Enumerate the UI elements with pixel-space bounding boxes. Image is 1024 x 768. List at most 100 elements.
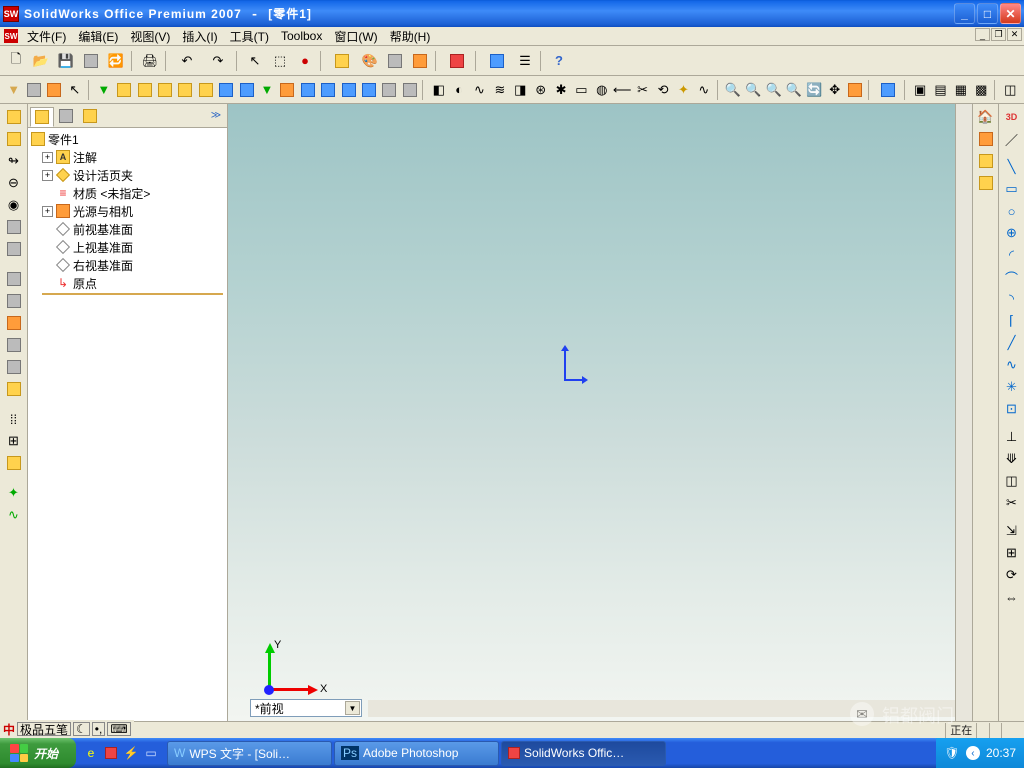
fm-tab-property[interactable] xyxy=(54,106,78,126)
menu-view[interactable]: 视图(V) xyxy=(124,26,176,47)
sketch-offset-icon[interactable]: ◫ xyxy=(1002,471,1022,491)
start-button[interactable]: 开始 xyxy=(0,738,76,768)
expand-icon[interactable]: + xyxy=(42,206,53,217)
sketch-3parc-icon[interactable]: ◝ xyxy=(1002,289,1022,309)
zoom-select-icon[interactable]: 🔍 xyxy=(784,79,803,101)
color-button[interactable]: 🎨 xyxy=(358,49,382,73)
ime-bar[interactable]: 中 极品五笔 ☾ •, ⌨ xyxy=(0,720,134,738)
sweep-boss-icon[interactable] xyxy=(135,79,154,101)
surface-radiate-icon[interactable]: ⊛ xyxy=(531,79,550,101)
task-solidworks[interactable]: SolidWorks Offic… xyxy=(501,741,666,766)
surface-untrim-icon[interactable]: ⟲ xyxy=(653,79,672,101)
tree-right-plane[interactable]: 右视基准面 xyxy=(28,256,227,274)
revolve-left-icon[interactable] xyxy=(4,129,24,149)
surface-loft-icon[interactable]: ≋ xyxy=(490,79,509,101)
sketch-scale-icon[interactable]: ⇔ xyxy=(1002,587,1022,607)
rotate-view-icon[interactable]: 🔄 xyxy=(805,79,824,101)
rib-icon[interactable]: ▼ xyxy=(257,79,276,101)
tp-design-lib-icon[interactable] xyxy=(976,129,996,149)
menu-toolbox[interactable]: Toolbox xyxy=(275,27,328,45)
surface-knit-icon[interactable]: ✱ xyxy=(551,79,570,101)
view-orient-icon[interactable] xyxy=(874,79,900,101)
task-photoshop[interactable]: PsAdobe Photoshop xyxy=(334,741,499,766)
rebuild-light-button[interactable]: ● xyxy=(293,49,317,73)
mdi-close[interactable]: ✕ xyxy=(1007,28,1022,41)
loft-boss-icon[interactable] xyxy=(155,79,174,101)
view-selector[interactable]: *前视 ▼ xyxy=(250,699,362,717)
fm-tab-config[interactable] xyxy=(78,106,102,126)
ime-keyboard-icon[interactable]: ⌨ xyxy=(107,722,130,736)
sketch-convert-icon[interactable]: ⟱ xyxy=(1002,449,1022,469)
tree-annotations[interactable]: + A 注解 xyxy=(28,148,227,166)
ime-mode-icon[interactable]: 中 xyxy=(3,721,15,738)
menu-file[interactable]: 文件(F) xyxy=(21,26,72,47)
ql-ie-icon[interactable]: e xyxy=(82,743,100,763)
sketch-tarc-icon[interactable]: ⌒ xyxy=(1002,267,1022,287)
extrude-left-icon[interactable] xyxy=(4,107,24,127)
ref-left-2-icon[interactable]: ⊞ xyxy=(4,431,24,451)
ref-left-1-icon[interactable]: ⁞⁞ xyxy=(4,409,24,429)
shaded-icon[interactable]: ▦ xyxy=(951,79,970,101)
tree-root[interactable]: 零件1 xyxy=(28,130,227,148)
tp-home-icon[interactable]: 🏠 xyxy=(976,107,996,127)
chamfer-icon[interactable] xyxy=(237,79,256,101)
cut-left-icon[interactable] xyxy=(4,217,24,237)
redo-button[interactable]: ↷ xyxy=(203,49,233,73)
fm-tab-tree[interactable] xyxy=(30,107,54,127)
sketch-fillet-icon[interactable]: ⌈ xyxy=(1002,311,1022,331)
draft-icon[interactable] xyxy=(298,79,317,101)
menu-tools[interactable]: 工具(T) xyxy=(224,26,275,47)
dome-left-icon[interactable] xyxy=(4,357,24,377)
grid-settings-button[interactable] xyxy=(327,49,357,73)
ql-sw-icon[interactable] xyxy=(102,743,120,763)
expand-icon[interactable]: + xyxy=(42,152,53,163)
panel-splitter[interactable] xyxy=(228,413,230,443)
chamfer-left-icon[interactable] xyxy=(4,291,24,311)
tree-top-plane[interactable]: 上视基准面 xyxy=(28,238,227,256)
sketch-centerline-icon[interactable]: ╱ xyxy=(1002,333,1022,353)
filter-edge-icon[interactable] xyxy=(45,79,64,101)
tree-front-plane[interactable]: 前视基准面 xyxy=(28,220,227,238)
hole-left-icon[interactable]: ◉ xyxy=(4,195,24,215)
sketch-arc-icon[interactable]: ◜ xyxy=(1002,245,1022,265)
expand-icon[interactable]: + xyxy=(42,170,53,181)
refgeom-left-icon[interactable]: ✦ xyxy=(4,483,24,503)
open-button[interactable]: 📂 xyxy=(29,49,53,73)
zoom-fit-icon[interactable]: 🔍 xyxy=(723,79,742,101)
surface-ext-icon[interactable]: ◧ xyxy=(429,79,448,101)
graphics-viewport[interactable]: Y X *前视 ▼ xyxy=(228,104,955,721)
sketch-lpat-icon[interactable]: ⊞ xyxy=(1002,543,1022,563)
draft-left-icon[interactable] xyxy=(4,335,24,355)
window-layout-button[interactable] xyxy=(482,49,512,73)
section-view-icon[interactable]: ◫ xyxy=(1001,79,1020,101)
extrude-cut-icon[interactable] xyxy=(176,79,195,101)
tree-lights-cameras[interactable]: + 光源与相机 xyxy=(28,202,227,220)
revolve-boss-icon[interactable] xyxy=(115,79,134,101)
dropdown-icon[interactable]: ▼ xyxy=(345,701,360,715)
save-all-button[interactable] xyxy=(79,49,103,73)
tp-view-palette-icon[interactable] xyxy=(976,173,996,193)
revolve-cut-icon[interactable] xyxy=(196,79,215,101)
rollback-bar[interactable] xyxy=(42,293,223,295)
fm-collapse-icon[interactable]: ≫ xyxy=(207,107,225,125)
curve-left-icon[interactable]: ∿ xyxy=(4,505,24,525)
fillet-icon[interactable] xyxy=(217,79,236,101)
surface-fill-icon[interactable]: ◍ xyxy=(592,79,611,101)
fillet-left-icon[interactable] xyxy=(4,269,24,289)
close-button[interactable]: ✕ xyxy=(1000,3,1021,24)
wireframe-icon[interactable]: ▣ xyxy=(910,79,929,101)
tray-arrow-icon[interactable]: ‹ xyxy=(966,746,980,760)
filter-toggle-icon[interactable]: ▼ xyxy=(4,79,23,101)
sketch-pcircle-icon[interactable]: ⊕ xyxy=(1002,223,1022,243)
tray-shield-icon[interactable]: 🛡 xyxy=(944,745,960,761)
ime-punct-icon[interactable]: •, xyxy=(92,722,106,736)
maximize-button[interactable]: □ xyxy=(977,3,998,24)
texture-button[interactable] xyxy=(383,49,407,73)
menu-insert[interactable]: 插入(I) xyxy=(176,26,223,47)
fm-body[interactable]: 零件1 + A 注解 + 设计活页夹 ≡ 材质 <未指定> xyxy=(28,128,227,721)
surface-offset-icon[interactable]: ◨ xyxy=(511,79,530,101)
surface-trim-icon[interactable]: ✂ xyxy=(633,79,652,101)
sketch-cpat-icon[interactable]: ⟳ xyxy=(1002,565,1022,585)
menu-edit[interactable]: 编辑(E) xyxy=(72,26,124,47)
select-button[interactable]: ↖ xyxy=(243,49,267,73)
